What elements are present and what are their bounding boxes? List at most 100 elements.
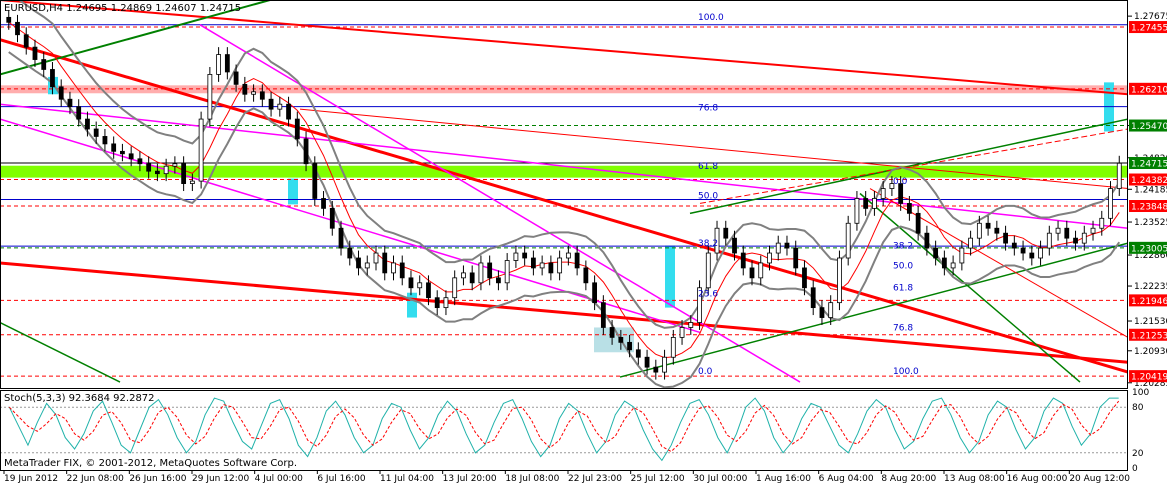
candle-body	[391, 262, 396, 274]
candle-body	[347, 247, 353, 259]
candle-body	[740, 252, 746, 269]
candle-body	[627, 341, 632, 351]
candle-body	[618, 336, 624, 343]
stoch-axis-label: 0	[1132, 464, 1138, 474]
candle-body	[872, 198, 877, 209]
candle-body	[172, 163, 178, 167]
candle-body	[635, 349, 641, 358]
fib-label: 38.2	[893, 242, 913, 252]
candle-body	[767, 252, 772, 264]
candle-body	[399, 262, 405, 279]
stoch-axis-label: 80	[1132, 403, 1144, 413]
fib-label: 50.0	[698, 191, 718, 201]
candle-body	[364, 262, 370, 269]
candle-body	[207, 74, 213, 120]
price-tag-label: 1.21253	[1131, 331, 1167, 341]
candle-body	[469, 272, 475, 284]
candle-body	[522, 252, 528, 259]
candle-body	[1038, 247, 1043, 259]
price-tag-label: 1.23005	[1131, 244, 1167, 254]
candle-body	[837, 257, 842, 304]
price-tag-label: 1.20419	[1131, 373, 1167, 383]
candle-body	[120, 150, 125, 155]
price-tag-label: 1.23848	[1131, 203, 1167, 213]
candle-body	[224, 54, 230, 73]
candle-body	[670, 336, 676, 358]
candle-body	[976, 222, 982, 239]
cyan-marker	[665, 245, 675, 308]
candle-body	[487, 262, 493, 279]
candle-body	[23, 34, 29, 48]
candle-body	[644, 356, 650, 368]
time-tick-label: 22 Jun 08:00	[67, 474, 124, 484]
candle-body	[933, 247, 939, 259]
cyan-marker	[288, 178, 298, 205]
candle-body	[968, 237, 974, 249]
candle-body	[985, 222, 991, 229]
price-tick-label: 1.27675	[1134, 12, 1167, 22]
symbol-header: EURUSD,H4 1.24695 1.24869 1.24607 1.2471…	[4, 3, 241, 14]
candle-body	[1011, 242, 1017, 249]
candle-body	[906, 203, 912, 214]
candle-body	[915, 212, 921, 234]
candle-body	[478, 262, 484, 284]
candle-body	[496, 277, 501, 284]
candle-body	[662, 356, 667, 373]
candle-body	[723, 227, 729, 239]
candle-body	[749, 267, 755, 279]
candle-body	[959, 247, 965, 264]
candle-body	[277, 103, 283, 110]
time-tick-label: 13 Jul 20:00	[443, 474, 497, 484]
candle-body	[600, 302, 606, 328]
candle-body	[373, 252, 379, 264]
candle-body	[242, 83, 248, 95]
price-tick-label: 1.22235	[1134, 282, 1167, 292]
price-tick-label: 1.24185	[1134, 185, 1167, 195]
candle-body	[286, 103, 291, 120]
fib-label: 38.2	[698, 239, 718, 249]
fib-label: 76.8	[893, 323, 913, 333]
candle-body	[758, 262, 764, 279]
candle-body	[793, 247, 799, 269]
candle-body	[382, 252, 388, 274]
candle-body	[1090, 227, 1096, 234]
candle-body	[198, 118, 204, 182]
candle-body	[828, 302, 834, 318]
time-tick-label: 22 Jul 23:00	[568, 474, 622, 484]
candle-body	[574, 252, 580, 269]
candle-body	[1046, 232, 1052, 249]
candle-body	[32, 46, 38, 60]
candle-body	[251, 91, 256, 95]
copyright-text: MetaTrader FIX, © 2001-2012, MetaQuotes …	[4, 458, 297, 469]
cyan-marker	[407, 292, 417, 318]
candle-body	[1055, 227, 1061, 234]
candle-body	[181, 163, 187, 184]
trading-chart[interactable]: 100.0 76.8 61.8 50.0 38.2 23.6 0.0 0.0 38.2 50.0 6…	[0, 0, 1167, 484]
candle-body	[653, 366, 659, 373]
candle-body	[994, 227, 1000, 234]
price-tag-label: 1.24382	[1131, 176, 1167, 186]
candle-body	[950, 262, 956, 269]
price-tick-label: 1.20930	[1134, 347, 1167, 357]
candle-body	[67, 98, 73, 108]
candle-body	[1073, 237, 1078, 244]
candle-body	[163, 165, 169, 175]
fib-label: 61.8	[698, 162, 718, 172]
candle-body	[461, 272, 466, 279]
candle-body	[775, 242, 781, 254]
time-tick-label: 4 Jul 00:00	[255, 474, 304, 484]
stoch-header: Stoch(5,3,3) 92.3684 92.2872	[4, 393, 155, 404]
chart-canvas[interactable]: 100.0 76.8 61.8 50.0 38.2 23.6 0.0 0.0 38.2 50.0 6…	[0, 0, 1167, 484]
time-tick-label: 20 Aug 12:00	[1069, 474, 1130, 484]
candle-body	[321, 198, 326, 209]
candle-body	[312, 163, 318, 199]
time-tick-label: 13 Aug 08:00	[944, 474, 1005, 484]
time-tick-label: 18 Jul 08:00	[505, 474, 559, 484]
fib-label: 100.0	[698, 13, 724, 23]
candle-body	[294, 118, 300, 140]
candle-body	[845, 222, 851, 259]
candle-body	[802, 267, 807, 289]
candle-body	[268, 98, 274, 110]
candle-body	[810, 287, 816, 309]
stoch-axis-label: 100	[1132, 388, 1149, 398]
